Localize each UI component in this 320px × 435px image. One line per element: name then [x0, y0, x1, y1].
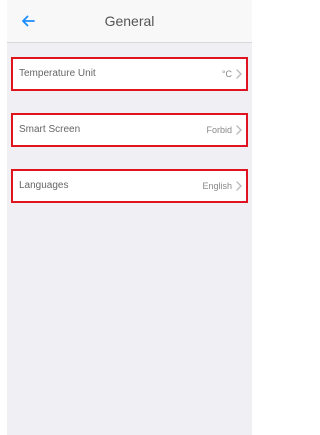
back-button[interactable]: [17, 10, 39, 32]
back-arrow-icon: [22, 15, 35, 27]
smart-screen-label: Smart Screen: [19, 124, 81, 135]
smart-screen-row[interactable]: Smart Screen Forbid: [11, 113, 248, 147]
settings-screen: General Temperature Unit °C Smart Screen…: [7, 0, 252, 435]
temperature-unit-label: Temperature Unit: [19, 68, 96, 79]
chevron-right-icon: [236, 181, 242, 191]
navigation-bar: General: [7, 0, 252, 43]
page-title: General: [104, 13, 155, 29]
temperature-unit-value: °C: [221, 69, 232, 79]
languages-row[interactable]: Languages English: [11, 169, 248, 203]
chevron-right-icon: [236, 69, 242, 79]
languages-value: English: [202, 181, 232, 191]
languages-label: Languages: [19, 180, 69, 191]
chevron-right-icon: [236, 125, 242, 135]
smart-screen-value: Forbid: [206, 125, 232, 135]
temperature-unit-row[interactable]: Temperature Unit °C: [11, 57, 248, 91]
